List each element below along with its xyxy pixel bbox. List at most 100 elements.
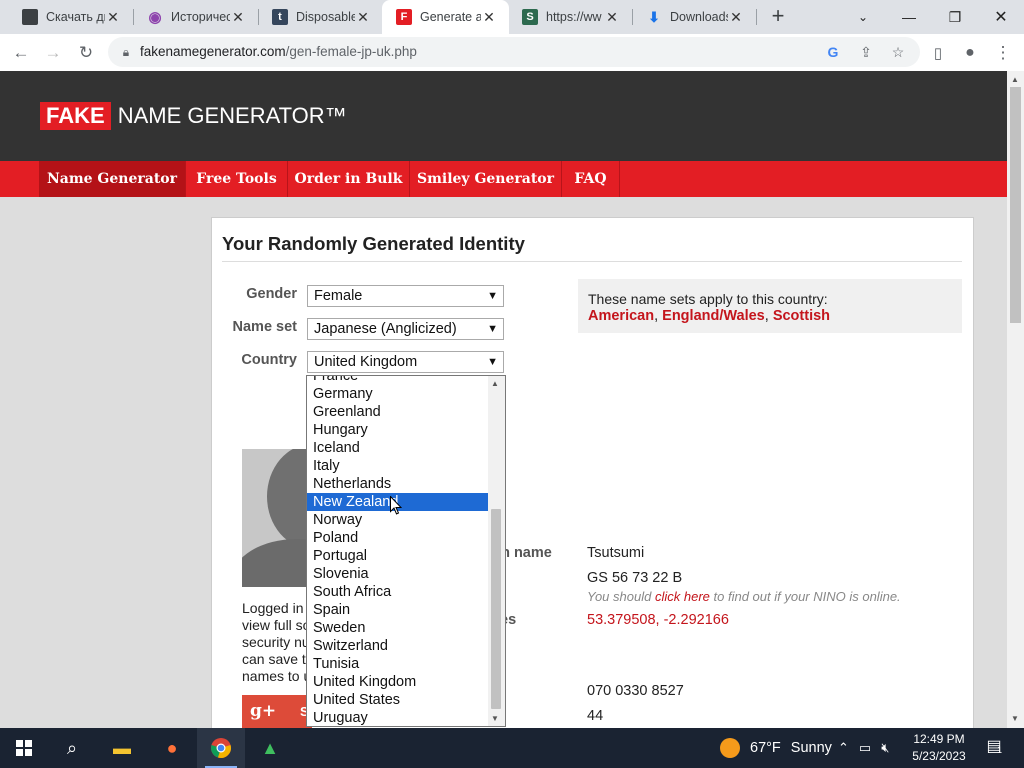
- url-text[interactable]: fakenamegenerator.com/gen-female-jp-uk.p…: [140, 44, 417, 59]
- country-option[interactable]: Tunisia: [307, 655, 489, 673]
- notifications-icon[interactable]: ▤ 1: [982, 736, 1006, 760]
- reload-icon[interactable]: ↻: [73, 40, 99, 66]
- tab-3-title: Disposable: [296, 10, 355, 24]
- kebab-menu-icon[interactable]: ⋮: [990, 40, 1016, 66]
- page-scroll-down-icon[interactable]: ▼: [1011, 714, 1019, 723]
- dropdown-scrollbar[interactable]: ▲ ▼: [488, 376, 505, 726]
- tab-3-close-icon[interactable]: ✕: [355, 9, 371, 26]
- omnibox[interactable]: 🔒︎ fakenamegenerator.com/gen-female-jp-u…: [108, 37, 920, 67]
- minimize-button[interactable]: —: [886, 0, 932, 34]
- tab-6-title: Downloads: [670, 10, 728, 24]
- dropdown-scroll-thumb[interactable]: [491, 509, 501, 709]
- google-plus-button[interactable]: g+ S: [242, 695, 312, 728]
- geo-coordinates-value[interactable]: 53.379508, -2.292166: [587, 612, 729, 628]
- file-explorer-icon[interactable]: ▬: [98, 728, 146, 768]
- windows-logo-icon: [16, 740, 32, 756]
- chevron-down-icon: ▼: [487, 356, 498, 368]
- windows-start-icon[interactable]: [0, 728, 48, 768]
- close-window-button[interactable]: ✕: [978, 0, 1024, 34]
- tab-2-close-icon[interactable]: ✕: [230, 9, 246, 26]
- menu-free-tools[interactable]: Free Tools: [186, 161, 287, 197]
- firefox-icon[interactable]: ●: [148, 728, 196, 768]
- restore-button[interactable]: ❐: [932, 0, 978, 34]
- country-option[interactable]: Poland: [307, 529, 489, 547]
- tab-2[interactable]: ◉ Историчес ✕: [133, 0, 258, 34]
- country-option[interactable]: Sweden: [307, 619, 489, 637]
- tab-4-active[interactable]: F Generate a ✕: [382, 0, 509, 34]
- avatar-placeholder: [242, 449, 312, 587]
- country-option[interactable]: Spain: [307, 601, 489, 619]
- tab-4-close-icon[interactable]: ✕: [481, 9, 497, 26]
- country-option[interactable]: South Africa: [307, 583, 489, 601]
- clock-time: 12:49 PM: [913, 732, 965, 746]
- menu-name-generator[interactable]: Name Generator: [39, 161, 185, 197]
- country-option[interactable]: Italy: [307, 457, 489, 475]
- country-option[interactable]: Switzerland: [307, 637, 489, 655]
- nino-note-post: to find out if your NINO is online.: [713, 589, 901, 604]
- country-select-value: United Kingdom: [314, 354, 418, 370]
- scroll-down-arrow-icon[interactable]: ▼: [491, 714, 499, 723]
- search-icon[interactable]: ⌕: [48, 728, 96, 768]
- country-option[interactable]: France: [307, 376, 489, 385]
- profile-avatar-icon[interactable]: ●: [957, 40, 983, 66]
- note-comma: ,: [654, 308, 659, 324]
- nino-note-pre: You should: [587, 589, 652, 604]
- page-scroll-up-icon[interactable]: ▲: [1011, 75, 1019, 84]
- share-icon[interactable]: ⇪: [856, 42, 876, 62]
- country-option[interactable]: United Kingdom: [307, 673, 489, 691]
- tab-5-close-icon[interactable]: ✕: [604, 9, 620, 26]
- link-england-wales[interactable]: England/Wales: [662, 308, 765, 324]
- nino-click-here-link[interactable]: click here: [655, 589, 710, 604]
- menu-faq[interactable]: FAQ: [562, 161, 619, 197]
- link-american[interactable]: American: [588, 308, 654, 324]
- country-option[interactable]: Hungary: [307, 421, 489, 439]
- weather-widget[interactable]: 67°F Sunny: [720, 728, 832, 768]
- tab-5[interactable]: S https://ww ✕: [508, 0, 632, 34]
- image-app-icon[interactable]: ▲: [246, 728, 294, 768]
- link-scottish[interactable]: Scottish: [773, 308, 830, 324]
- new-tab-button[interactable]: +: [765, 3, 791, 31]
- country-select[interactable]: United Kingdom ▼: [307, 351, 504, 373]
- tab-6[interactable]: ⬇ Downloads ✕: [632, 0, 756, 34]
- network-icon[interactable]: ▭: [859, 740, 871, 756]
- country-option[interactable]: Slovenia: [307, 565, 489, 583]
- scroll-up-arrow-icon[interactable]: ▲: [491, 379, 499, 388]
- tab-search-chevron-icon[interactable]: ⌄: [840, 0, 886, 34]
- speaker-muted-icon[interactable]: 🔇︎: [881, 740, 889, 756]
- name-set-select[interactable]: Japanese (Anglicized) ▼: [307, 318, 504, 340]
- tray-chevron-up-icon[interactable]: ⌃: [838, 740, 849, 756]
- country-option[interactable]: Portugal: [307, 547, 489, 565]
- menu-order-in-bulk[interactable]: Order in Bulk: [288, 161, 409, 197]
- tab-1-close-icon[interactable]: ✕: [105, 9, 121, 26]
- phone-value: 070 0330 8527: [587, 683, 684, 699]
- lock-icon[interactable]: 🔒︎: [116, 42, 136, 62]
- page-scrollbar[interactable]: ▲ ▼: [1007, 71, 1024, 728]
- country-option[interactable]: United States: [307, 691, 489, 709]
- google-translate-icon[interactable]: G: [823, 42, 843, 62]
- tab-3[interactable]: t Disposable ✕: [258, 0, 383, 34]
- country-option[interactable]: Iceland: [307, 439, 489, 457]
- title-divider: [222, 261, 962, 262]
- tab-1[interactable]: Скачать ди ✕: [8, 0, 133, 34]
- menu-smiley-generator[interactable]: Smiley Generator: [410, 161, 561, 197]
- site-logo[interactable]: FAKE NAME GENERATOR™: [40, 102, 347, 130]
- note-text: These name sets apply to this country:: [588, 291, 828, 307]
- country-option[interactable]: Germany: [307, 385, 489, 403]
- tab-4-fng-icon: F: [396, 9, 412, 25]
- page-title: Your Randomly Generated Identity: [222, 233, 525, 254]
- country-option[interactable]: Greenland: [307, 403, 489, 421]
- country-option[interactable]: Netherlands: [307, 475, 489, 493]
- forward-arrow-icon[interactable]: →: [40, 40, 66, 66]
- bookmark-star-icon[interactable]: ☆: [888, 42, 908, 62]
- windows-taskbar: ⌕ ▬ ● ▲ 67°F Sunny ⌃ ▭ 🔇︎ 12:49 PM 5/23/…: [0, 728, 1024, 768]
- back-arrow-icon[interactable]: ←: [8, 40, 34, 66]
- menu-separator: [619, 161, 620, 197]
- gender-select[interactable]: Female ▼: [307, 285, 504, 307]
- chrome-icon[interactable]: [197, 728, 245, 768]
- country-dropdown-list[interactable]: France Germany Greenland Hungary Iceland…: [306, 375, 506, 727]
- page-scroll-thumb[interactable]: [1010, 87, 1021, 323]
- country-option[interactable]: Uruguay: [307, 709, 489, 726]
- tab-6-close-icon[interactable]: ✕: [728, 9, 744, 26]
- system-clock[interactable]: 12:49 PM 5/23/2023: [900, 731, 978, 765]
- side-panel-icon[interactable]: ▯: [925, 40, 951, 66]
